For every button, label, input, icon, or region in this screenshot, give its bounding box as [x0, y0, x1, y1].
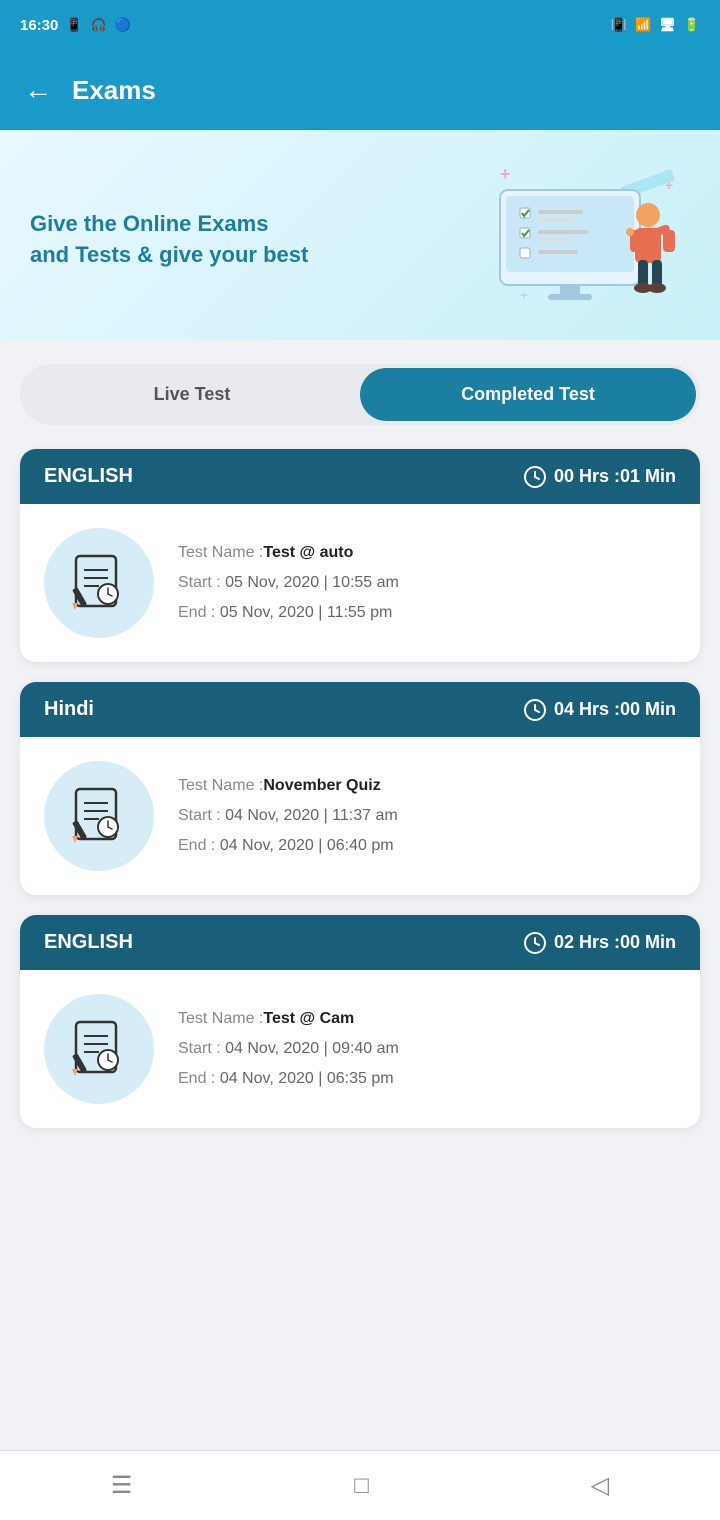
test-name-row-2: Test Name :November Quiz	[178, 777, 398, 795]
svg-text:+: +	[520, 287, 528, 303]
card-details-1: Test Name :Test @ auto Start : 05 Nov, 2…	[178, 544, 399, 622]
vibrate-icon: 📳	[611, 17, 627, 33]
wifi-icon: 📶	[635, 17, 651, 33]
card-body-2: Test Name :November Quiz Start : 04 Nov,…	[20, 737, 700, 895]
exam-card-2[interactable]: Hindi 04 Hrs :00 Min	[20, 682, 700, 895]
status-icon-2: 🎧	[91, 17, 107, 33]
banner-text: Give the Online Examsand Tests & give yo…	[30, 209, 308, 271]
banner: Give the Online Examsand Tests & give yo…	[0, 130, 720, 340]
screen-icon: 🖥	[659, 17, 676, 33]
status-bar-right: 📳 📶 🖥 🔋	[611, 17, 700, 33]
test-name-row-3: Test Name :Test @ Cam	[178, 1010, 399, 1028]
card-duration-3: 02 Hrs :00 Min	[524, 932, 676, 954]
exam-icon-1	[64, 548, 134, 618]
card-subject-2: Hindi	[44, 698, 94, 721]
live-test-tab[interactable]: Live Test	[24, 368, 360, 421]
start-row-3: Start : 04 Nov, 2020 | 09:40 am	[178, 1040, 399, 1058]
battery-icon: 🔋	[684, 17, 700, 33]
clock-icon-3	[524, 932, 546, 954]
banner-illustration: + + +	[470, 160, 690, 320]
card-duration-1: 00 Hrs :01 Min	[524, 466, 676, 488]
exam-card-3[interactable]: ENGLISH 02 Hrs :00 Min	[20, 915, 700, 1128]
card-subject-3: ENGLISH	[44, 931, 133, 954]
card-header-3: ENGLISH 02 Hrs :00 Min	[20, 915, 700, 970]
exam-icon-3	[64, 1014, 134, 1084]
start-row-2: Start : 04 Nov, 2020 | 11:37 am	[178, 807, 398, 825]
card-header-1: ENGLISH 00 Hrs :01 Min	[20, 449, 700, 504]
completed-test-tab[interactable]: Completed Test	[360, 368, 696, 421]
cards-section: ENGLISH 00 Hrs :01 Min	[0, 449, 720, 1228]
svg-text:+: +	[500, 164, 511, 184]
back-button[interactable]: ←	[24, 74, 52, 106]
tab-container: Live Test Completed Test	[20, 364, 700, 425]
home-nav-button[interactable]: □	[354, 1472, 369, 1500]
exam-icon-2	[64, 781, 134, 851]
card-icon-3	[44, 994, 154, 1104]
card-header-2: Hindi 04 Hrs :00 Min	[20, 682, 700, 737]
card-duration-2: 04 Hrs :00 Min	[524, 699, 676, 721]
card-details-3: Test Name :Test @ Cam Start : 04 Nov, 20…	[178, 1010, 399, 1088]
clock-icon-2	[524, 699, 546, 721]
end-row-1: End : 05 Nov, 2020 | 11:55 pm	[178, 604, 399, 622]
status-time: 16:30	[20, 17, 58, 34]
card-subject-1: ENGLISH	[44, 465, 133, 488]
status-icon-3: 🔵	[115, 17, 131, 33]
card-body-1: Test Name :Test @ auto Start : 05 Nov, 2…	[20, 504, 700, 662]
exam-card-1[interactable]: ENGLISH 00 Hrs :01 Min	[20, 449, 700, 662]
status-bar-left: 16:30 📱 🎧 🔵	[20, 17, 131, 34]
header: ← Exams	[0, 50, 720, 130]
card-icon-2	[44, 761, 154, 871]
clock-icon-1	[524, 466, 546, 488]
card-body-3: Test Name :Test @ Cam Start : 04 Nov, 20…	[20, 970, 700, 1128]
start-row-1: Start : 05 Nov, 2020 | 10:55 am	[178, 574, 399, 592]
card-icon-1	[44, 528, 154, 638]
card-details-2: Test Name :November Quiz Start : 04 Nov,…	[178, 777, 398, 855]
test-name-row-1: Test Name :Test @ auto	[178, 544, 399, 562]
status-bar: 16:30 📱 🎧 🔵 📳 📶 🖥 🔋	[0, 0, 720, 50]
menu-nav-button[interactable]: ☰	[111, 1471, 133, 1500]
end-row-2: End : 04 Nov, 2020 | 06:40 pm	[178, 837, 398, 855]
end-row-3: End : 04 Nov, 2020 | 06:35 pm	[178, 1070, 399, 1088]
page-title: Exams	[72, 75, 156, 106]
status-icon-1: 📱	[66, 17, 82, 33]
bottom-nav: ☰ □ ◁	[0, 1450, 720, 1520]
back-nav-button[interactable]: ◁	[591, 1471, 609, 1500]
